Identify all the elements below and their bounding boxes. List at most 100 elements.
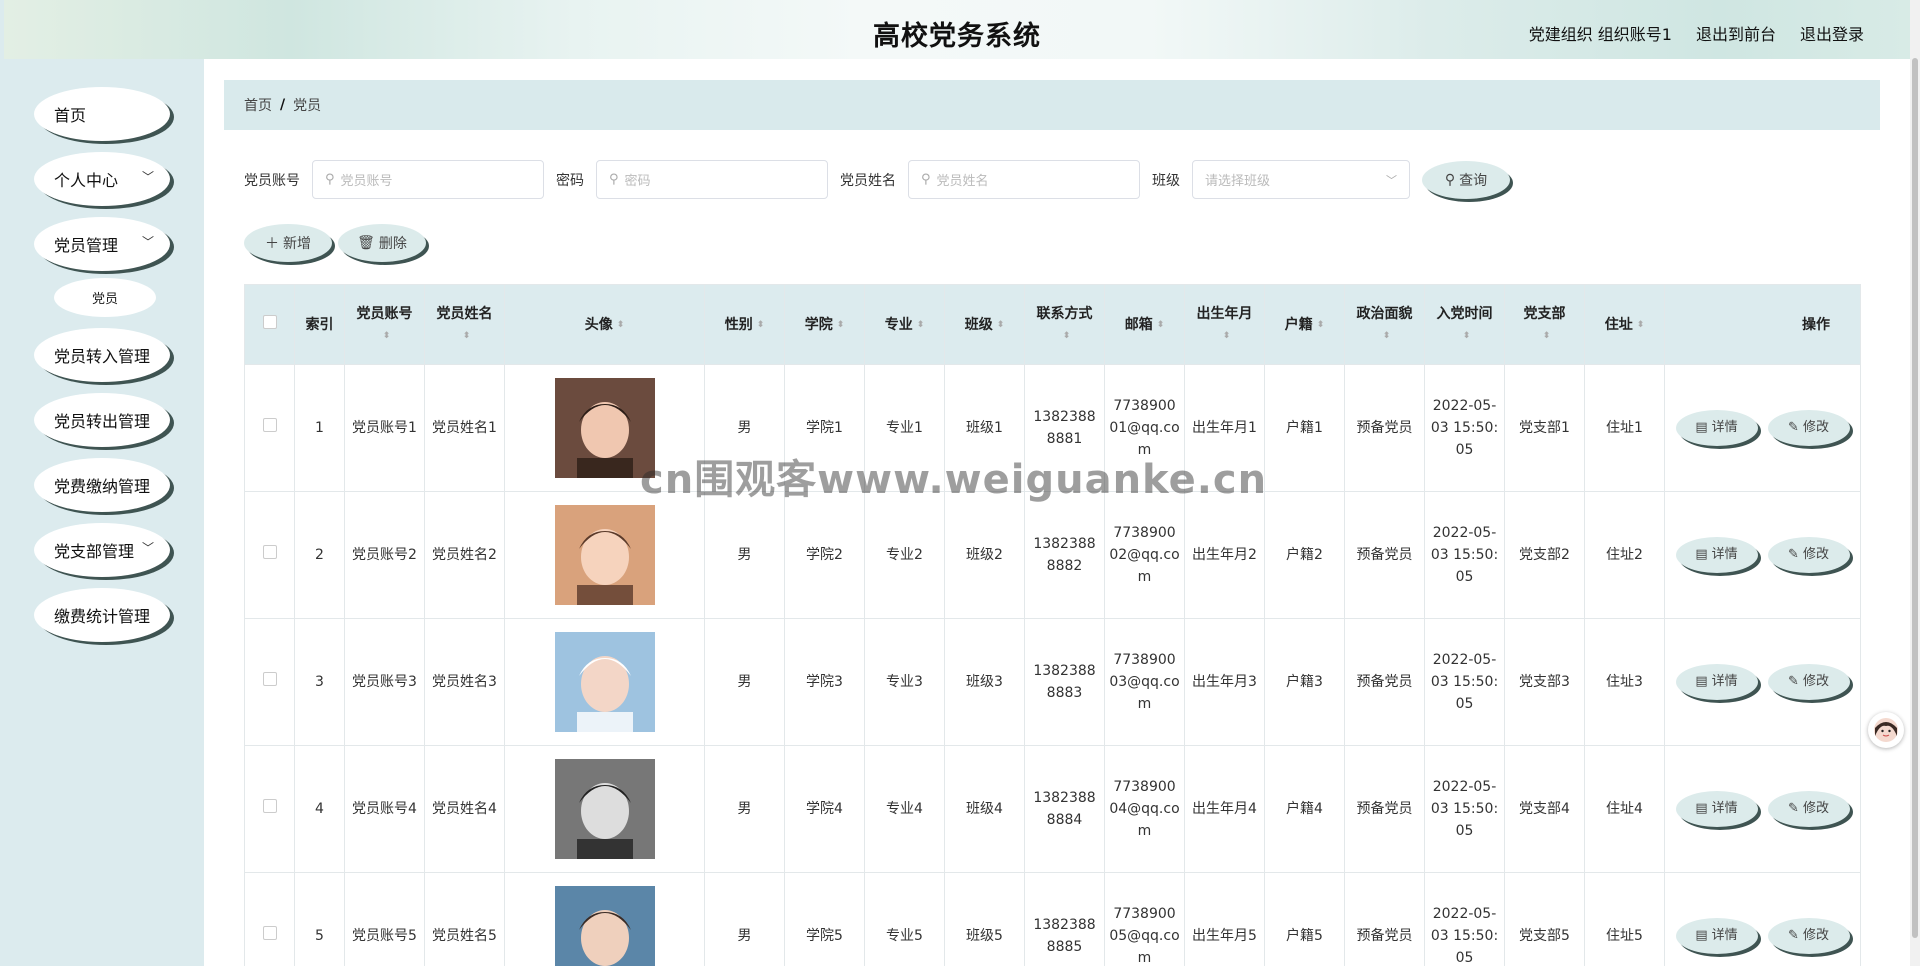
table-cell: 专业4 [864,745,945,873]
sort-icon[interactable]: ⬍ [1157,314,1165,336]
table-cell: 学院1 [784,364,865,492]
search-bar: 党员账号 ⚲ 党员账号 密码 ⚲ 密码 党员姓名 ⚲ 党员姓名 班级 请选择班级 ﹀ ⚲… [244,160,1510,199]
sort-icon[interactable]: ⬍ [1637,314,1645,336]
row-select-cell[interactable] [244,745,295,873]
col-header[interactable]: 党支部 ⬍ [1504,284,1585,365]
edit-button[interactable]: ✎ 修改 [1767,537,1850,573]
search-icon: ⚲ [325,172,335,187]
detail-button[interactable]: ▤ 详情 [1675,918,1758,954]
edit-button[interactable]: ✎ 修改 [1767,918,1850,954]
name-input[interactable]: ⚲ 党员姓名 [908,160,1140,199]
table-cell: 13823888885 [1024,872,1105,966]
col-header[interactable]: 出生年月 ⬍ [1184,284,1265,365]
detail-button[interactable]: ▤ 详情 [1675,791,1758,827]
logout-link[interactable]: 退出登录 [1800,21,1864,45]
delete-button[interactable]: 🗑 删除 [338,224,426,262]
breadcrumb-home[interactable]: 首页 [244,95,272,115]
sort-icon[interactable]: ⬍ [837,314,845,336]
edit-button[interactable]: ✎ 修改 [1767,664,1850,700]
sort-icon[interactable]: ⬍ [1543,325,1551,347]
trash-icon: 🗑 [357,235,375,251]
edit-button[interactable]: ✎ 修改 [1767,410,1850,446]
detail-button[interactable]: ▤ 详情 [1675,537,1758,573]
account-input[interactable]: ⚲ 党员账号 [312,160,544,199]
sidebar-item-branch[interactable]: 党支部管理 ﹀ [34,523,170,577]
edit-button-label: 修改 [1802,928,1829,943]
col-header[interactable]: 学院 ⬍ [784,284,865,365]
checkbox[interactable] [262,418,277,432]
sort-icon[interactable]: ⬍ [1063,325,1071,347]
sort-icon[interactable]: ⬍ [1317,314,1325,336]
col-header[interactable]: 联系方式 ⬍ [1024,284,1105,365]
actions-cell: ▤ 详情 ✎ 修改 [1664,872,1861,966]
class-select[interactable]: 请选择班级 ﹀ [1192,160,1410,199]
select-all-cell[interactable] [244,284,295,365]
detail-button[interactable]: ▤ 详情 [1675,664,1758,700]
password-input[interactable]: ⚲ 密码 [596,160,828,199]
avatar-cell [504,745,705,873]
checkbox[interactable] [262,314,277,329]
table-cell: 住址3 [1584,618,1665,746]
scrollbar-thumb[interactable] [1912,58,1918,938]
col-header[interactable]: 党员姓名 ⬍ [424,284,505,365]
table-cell: 预备党员 [1344,364,1425,492]
row-select-cell[interactable] [244,364,295,492]
checkbox[interactable] [262,545,277,559]
sort-icon[interactable]: ⬍ [1223,325,1231,347]
col-header[interactable]: 班级 ⬍ [944,284,1025,365]
sort-icon[interactable]: ⬍ [1463,325,1471,347]
assistant-avatar-icon[interactable] [1868,712,1904,748]
sidebar-item-dues[interactable]: 党费缴纳管理 [34,458,170,512]
sidebar-item-transfer-out[interactable]: 党员转出管理 [34,393,170,447]
table-cell: 党支部3 [1504,618,1585,746]
search-icon: ⚲ [609,172,619,187]
sidebar-item-profile[interactable]: 个人中心 ﹀ [34,152,170,206]
table-cell: 党支部1 [1504,364,1585,492]
sidebar-item-home[interactable]: 首页 [34,87,170,141]
col-header[interactable]: 户籍 ⬍ [1264,284,1345,365]
col-header[interactable]: 入党时间 ⬍ [1424,284,1505,365]
sidebar-item-member-mgmt[interactable]: 党员管理 ﹀ [34,217,170,271]
col-header[interactable]: 邮箱 ⬍ [1104,284,1185,365]
col-header[interactable]: 专业 ⬍ [864,284,945,365]
table-cell: 党员账号4 [344,745,425,873]
table-row: 3 党员账号3 党员姓名3 男学院3 专业3 班级3 13823888883 77389000… [244,618,1861,746]
plus-icon: ＋ [265,236,279,252]
page-scrollbar[interactable] [1910,0,1920,966]
sort-icon[interactable]: ⬍ [617,314,625,336]
delete-button-label: 删除 [378,236,407,252]
col-header[interactable]: 党员账号 ⬍ [344,284,425,365]
col-header[interactable]: 政治面貌 ⬍ [1344,284,1425,365]
table-cell: 773890002@qq.com [1104,491,1185,619]
col-header[interactable]: 性别 ⬍ [704,284,785,365]
sort-icon[interactable]: ⬍ [917,314,925,336]
sort-icon[interactable]: ⬍ [757,314,765,336]
sort-icon[interactable]: ⬍ [997,314,1005,336]
row-select-cell[interactable] [244,491,295,619]
sidebar-item-stats[interactable]: 缴费统计管理 [34,588,170,642]
checkbox[interactable] [262,926,277,940]
sidebar-item-transfer-in[interactable]: 党员转入管理 [34,328,170,382]
sort-icon[interactable]: ⬍ [383,325,391,347]
edit-button[interactable]: ✎ 修改 [1767,791,1850,827]
checkbox[interactable] [262,799,277,813]
sort-icon[interactable]: ⬍ [463,325,471,347]
query-button[interactable]: ⚲ 查询 [1422,160,1510,199]
col-header[interactable]: 头像 ⬍ [504,284,705,365]
sort-icon[interactable]: ⬍ [1383,325,1391,347]
table-cell: 出生年月3 [1184,618,1265,746]
sidebar-subitem-member[interactable]: 党员 [54,278,156,317]
table-cell: 2022-05-03 15:50:05 [1424,872,1505,966]
row-select-cell[interactable] [244,872,295,966]
breadcrumb-separator: / [280,97,286,113]
avatar [554,505,655,605]
edit-button-label: 修改 [1802,420,1829,435]
checkbox[interactable] [262,672,277,686]
col-header[interactable]: 住址 ⬍ [1584,284,1665,365]
row-select-cell[interactable] [244,618,295,746]
edit-button-label: 修改 [1802,801,1829,816]
account-label: 党员账号 [244,172,300,189]
add-button[interactable]: ＋新增 [244,224,332,262]
front-link[interactable]: 退出到前台 [1696,21,1776,45]
detail-button[interactable]: ▤ 详情 [1675,410,1758,446]
